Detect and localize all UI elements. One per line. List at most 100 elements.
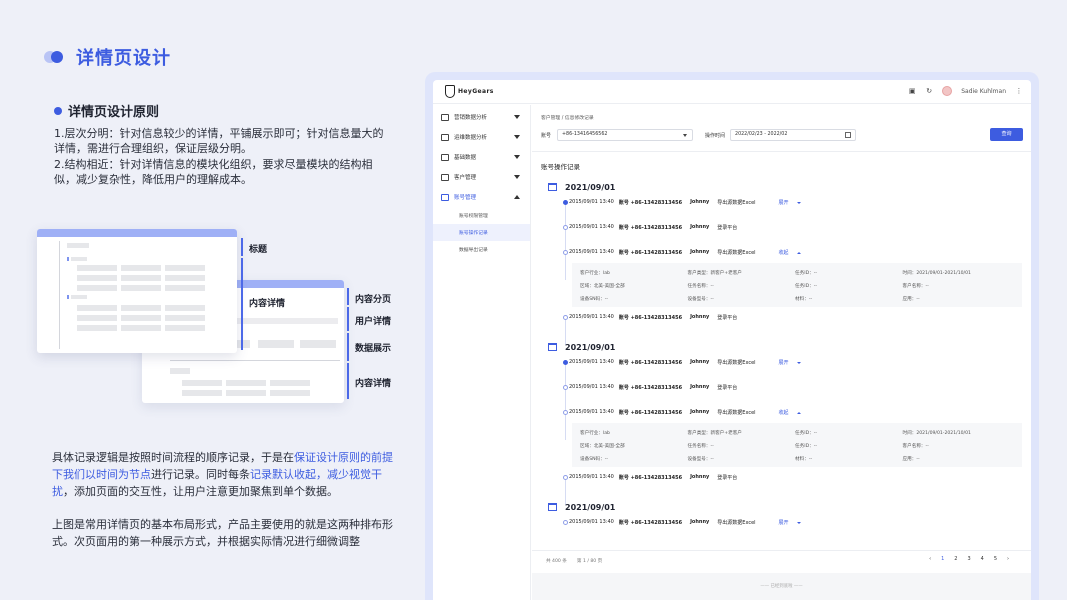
subnav-account-permissions[interactable]: 账号权限管理 [433, 207, 530, 224]
timeline-record[interactable]: 2015/09/01 13:40 账号 +86-13428313456 Johnny… [541, 382, 1022, 415]
detail-field: 应用：-- [902, 456, 920, 462]
page-number[interactable]: 1 [941, 556, 944, 562]
page-number[interactable]: 3 [967, 556, 970, 562]
record-time: 2015/09/01 13:40 [569, 224, 614, 230]
detail-field: 设备SN码：-- [580, 456, 609, 462]
detail-field: 区域：北美-美国-全部 [580, 443, 625, 449]
total-count: 共 400 条 [546, 558, 567, 564]
subnav-account-records[interactable]: 账号操作记录 [433, 224, 530, 241]
explanation-paragraph-1: 具体记录逻辑是按照时间流程的顺序记录，于是在保证设计原则的前提下我们以时间为节点… [52, 449, 402, 500]
page-number[interactable]: 4 [981, 556, 984, 562]
record-user: Johnny [690, 409, 710, 415]
record-action: 登录平台 [717, 225, 738, 231]
expand-toggle[interactable]: 展开 [779, 359, 806, 366]
date-range-picker[interactable]: 2022/02/23 - 2022/02 [730, 129, 857, 141]
page-number[interactable]: 2 [954, 556, 957, 562]
record-user: Johnny [690, 249, 710, 255]
timeline-record[interactable]: 2015/09/01 13:40 账号 +86-13428313456 Johnny… [541, 222, 1022, 255]
record-time: 2015/09/01 13:40 [569, 314, 614, 320]
explanation-paragraph-2: 上图是常用详情页的基本布局形式，产品主要使用的就是这两种排布形式。次页面用的第一… [52, 518, 393, 548]
time-filter-label: 操作时间 [705, 132, 726, 139]
translate-icon[interactable]: ▣ [908, 87, 916, 95]
caret-down-icon [514, 135, 520, 139]
bracket-data [347, 333, 349, 361]
timeline-line [565, 415, 566, 440]
expand-toggle[interactable]: 展开 [779, 519, 806, 526]
timeline-record[interactable]: 2015/09/01 13:40 账号 +86-13428313456 Johnny… [541, 197, 1022, 230]
para1-text-a: 具体记录逻辑是按照时间流程的顺序记录，于是在 [52, 451, 294, 464]
record-user: Johnny [690, 474, 710, 480]
timeline-record[interactable]: 2015/09/01 13:40 账号 +86-13428313456 Johnny… [541, 357, 1022, 390]
nav-label: 运维数据分析 [454, 135, 488, 141]
record-time: 2015/09/01 13:40 [569, 249, 614, 255]
account-select[interactable]: +86-13416456562 [557, 129, 694, 141]
timeline-record[interactable]: 2015/09/01 13:40 账号 +86-13428313456 Johnny… [541, 472, 1022, 505]
user-name[interactable]: Sadie Kuhlman [961, 88, 1006, 95]
query-button[interactable]: 查询 [990, 128, 1023, 141]
detail-field: 应用：-- [902, 296, 920, 302]
timeline-record[interactable]: 2015/09/01 13:40 账号 +86-13428313456 Johnny… [541, 407, 1022, 440]
date-range-value: 2022/02/23 - 2022/02 [735, 132, 788, 137]
main-content: 客户管理 / 信息修改记录 账号 +86-13416456562 操作时间 20… [532, 105, 1031, 600]
logo-text: HeyGears [458, 88, 494, 95]
record-time: 2015/09/01 13:40 [569, 474, 614, 480]
section-title: 详情页设计原则 [68, 105, 160, 120]
refresh-icon[interactable]: ↻ [925, 87, 933, 95]
timeline-record[interactable]: 2015/09/01 13:40 账号 +86-13428313456 Johnny… [541, 312, 1022, 345]
title-dots-icon [44, 50, 66, 64]
nav-item-marketing[interactable]: 营销数据分析 [433, 107, 530, 127]
toggle-label: 展开 [778, 200, 789, 206]
timeline-record[interactable]: 2015/09/01 13:40 账号 +86-13428313456 Johnny… [541, 247, 1022, 280]
prev-page-icon[interactable]: ‹ [929, 556, 931, 562]
caret-down-icon [796, 201, 801, 204]
detail-field: 材料：-- [795, 456, 813, 462]
record-account: 账号 +86-13428313456 [618, 250, 683, 256]
more-icon[interactable]: ⋮ [1015, 87, 1023, 95]
toggle-label: 展开 [778, 360, 789, 366]
expand-toggle[interactable]: 展开 [779, 199, 806, 206]
wireframe-label-content-tabs: 内容分页 [355, 295, 392, 305]
detail-row: 设备SN码：-- 设备型号：-- 材料：-- 应用：-- [580, 452, 1022, 465]
wireframe-label-content-detail: 内容详情 [355, 379, 392, 389]
record-action: 登录平台 [717, 315, 738, 321]
bullet-dot-icon [54, 106, 62, 115]
nav-item-basic-data[interactable]: 基础数据 [433, 147, 530, 167]
next-page-icon[interactable]: › [1007, 556, 1009, 562]
collapse-toggle[interactable]: 收起 [779, 409, 806, 416]
para1-text-e: ，添加页面的交互性，让用户注意更加聚焦到单个数据。 [63, 485, 338, 498]
database-icon [441, 153, 449, 161]
timeline-dot-icon [563, 520, 568, 525]
subnav-export-records[interactable]: 数据导出记录 [433, 241, 530, 258]
record-action: 导出源数据Excel [717, 360, 756, 366]
record-account: 账号 +86-13428313456 [618, 360, 683, 366]
nav-item-accounts[interactable]: 账号管理 [433, 187, 530, 207]
detail-field: 客户名称：-- [902, 443, 929, 449]
caret-down-icon [514, 115, 520, 119]
date-group-label: 2021/09/01 [565, 342, 616, 352]
page-title: 详情页设计 [76, 48, 171, 69]
date-group-label: 2021/09/01 [565, 182, 616, 192]
pager: ‹ 1 2 3 4 5 › [929, 556, 1009, 562]
calendar-icon [548, 503, 557, 511]
nav-label: 基础数据 [454, 155, 477, 161]
record-account: 账号 +86-13428313456 [618, 315, 683, 321]
page-number[interactable]: 5 [994, 556, 997, 562]
chart-icon [441, 113, 449, 121]
brand-logo[interactable]: HeyGears [445, 85, 494, 98]
collapse-toggle[interactable]: 收起 [779, 249, 806, 256]
sidebar: 营销数据分析 运维数据分析 基础数据 客户管理 账号管理 账号权限管理 账号操作… [433, 105, 531, 600]
caret-down-icon [796, 521, 801, 524]
slide-title-wrap: 详情页设计 [44, 44, 171, 70]
record-user: Johnny [690, 314, 710, 320]
nav-label: 客户管理 [454, 175, 477, 181]
user-avatar[interactable] [942, 86, 953, 96]
nav-item-operations[interactable]: 运维数据分析 [433, 127, 530, 147]
record-account: 账号 +86-13428313456 [618, 475, 683, 481]
record-action: 导出源数据Excel [717, 200, 756, 206]
principle-1: 1.层次分明：针对信息较少的详情，平铺展示即可；针对信息量大的详情，需进行合理组… [54, 127, 384, 155]
caret-down-icon [796, 361, 801, 364]
timeline-record[interactable]: 2015/09/01 13:40 账号 +86-13428313456 Johnny… [541, 517, 1022, 542]
nav-item-customers[interactable]: 客户管理 [433, 167, 530, 187]
record-account: 账号 +86-13428313456 [618, 225, 683, 231]
nav-label: 营销数据分析 [454, 115, 488, 121]
